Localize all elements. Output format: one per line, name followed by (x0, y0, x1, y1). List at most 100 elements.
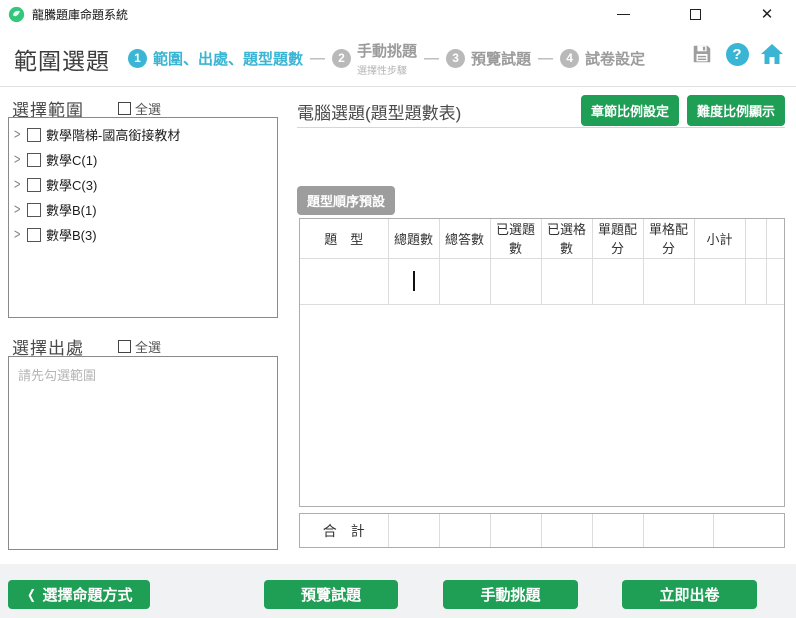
source-list: 請先勾選範圍 (8, 356, 278, 550)
cell-empty-1 (745, 258, 767, 305)
tree-item-checkbox[interactable] (27, 177, 41, 192)
tree-item-math-ladder[interactable]: > 數學階梯-國高銜接教材 (9, 122, 277, 147)
cell-total-questions-input[interactable] (388, 258, 440, 305)
tree-item-label: 數學B(1) (46, 203, 97, 218)
col-total-answers: 總答數 (439, 219, 491, 259)
tree-item-checkbox[interactable] (27, 227, 41, 242)
home-icon (761, 44, 783, 64)
chapter-ratio-button[interactable]: 章節比例設定 (580, 95, 679, 126)
total-cell (713, 514, 784, 547)
col-points-per-question: 單題配分 (592, 219, 644, 259)
expand-chevron-icon[interactable]: > (14, 227, 27, 243)
tree-item-checkbox[interactable] (27, 152, 41, 167)
table-row (300, 258, 784, 305)
total-row: 合 計 (300, 514, 784, 547)
step-2-sublabel: 選擇性步驟 (357, 65, 408, 77)
step-2-manual-pick[interactable]: 2 手動挑題 選擇性步驟 (332, 40, 417, 77)
app-logo-icon (8, 6, 25, 22)
source-select-all[interactable]: 全選 (118, 337, 161, 356)
source-select-all-checkbox[interactable] (118, 340, 131, 353)
page-title: 範圍選題 (14, 48, 110, 74)
step-1-label: 範圍、出處、題型題數 (153, 50, 304, 68)
total-cell (592, 514, 644, 547)
cell-points-per-blank[interactable] (643, 258, 695, 305)
minimize-button[interactable] (600, 0, 646, 28)
step-dash: — (538, 49, 554, 67)
header: 範圍選題 1 範圍、出處、題型題數 — 2 手動挑題 選擇性步驟 — 3 預覽試… (0, 28, 796, 87)
tree-item-checkbox[interactable] (27, 127, 41, 142)
step-dash: — (310, 49, 326, 67)
total-row-table: 合 計 (299, 513, 785, 548)
question-type-table: 題 型 總題數 總答數 已選題數 已選格數 單題配分 單格配分 小計 (299, 218, 785, 507)
total-cell (541, 514, 593, 547)
cell-question-type[interactable] (300, 258, 389, 305)
tree-item-math-c1[interactable]: > 數學C(1) (9, 147, 277, 172)
step-3-label: 預覽試題 (471, 50, 532, 68)
text-cursor (412, 271, 415, 291)
step-3-preview[interactable]: 3 預覽試題 (446, 48, 531, 69)
help-icon: ? (725, 42, 749, 66)
tree-item-label: 數學C(3) (46, 178, 98, 193)
back-to-method-button[interactable]: ❮ 選擇命題方式 (8, 580, 150, 609)
computer-selection-title: 電腦選題(題型題數表) (297, 104, 462, 123)
table-header-row: 題 型 總題數 總答數 已選題數 已選格數 單題配分 單格配分 小計 (300, 219, 784, 259)
total-cell (439, 514, 491, 547)
difficulty-ratio-button[interactable]: 難度比例顯示 (686, 95, 785, 126)
range-tree: > 數學階梯-國高銜接教材 > 數學C(1) > 數學C(3) > 數學B(1)… (8, 117, 278, 318)
step-2-label: 手動挑題 選擇性步驟 (357, 42, 418, 77)
maximize-icon (689, 8, 701, 20)
tree-item-math-c3[interactable]: > 數學C(3) (9, 172, 277, 197)
cell-selected-questions[interactable] (490, 258, 542, 305)
cell-selected-blanks[interactable] (541, 258, 593, 305)
window-controls: ✕ (600, 0, 796, 28)
expand-chevron-icon[interactable]: > (14, 177, 27, 193)
col-question-type: 題 型 (300, 219, 389, 259)
question-order-preset-button[interactable]: 題型順序預設 (297, 186, 396, 215)
expand-chevron-icon[interactable]: > (14, 202, 27, 218)
tree-item-label: 數學階梯-國高銜接教材 (46, 128, 181, 143)
wizard-steps: 1 範圍、出處、題型題數 — 2 手動挑題 選擇性步驟 — 3 預覽試題 — 4… (128, 36, 645, 80)
expand-chevron-icon[interactable]: > (14, 152, 27, 168)
panel-divider (297, 127, 785, 128)
save-icon (693, 45, 711, 63)
generate-paper-button[interactable]: 立即出卷 (622, 580, 757, 609)
col-total-questions: 總題數 (388, 219, 440, 259)
close-icon: ✕ (760, 5, 774, 23)
step-4-label: 試卷設定 (585, 50, 646, 68)
total-label: 合 計 (300, 514, 389, 547)
help-button[interactable]: ? (725, 42, 749, 66)
step-4-paper-settings[interactable]: 4 試卷設定 (560, 48, 645, 69)
tree-item-math-b1[interactable]: > 數學B(1) (9, 197, 277, 222)
save-button[interactable] (690, 42, 714, 66)
tree-item-label: 數學B(3) (46, 228, 97, 243)
minimize-icon (616, 13, 630, 15)
chevron-left-icon: ❮ (26, 586, 36, 602)
col-points-per-blank: 單格配分 (643, 219, 695, 259)
col-empty-2 (766, 219, 784, 259)
cell-points-per-question[interactable] (592, 258, 644, 305)
ratio-buttons: 章節比例設定 難度比例顯示 (580, 95, 785, 126)
col-selected-questions: 已選題數 (490, 219, 542, 259)
header-icons: ? (690, 42, 784, 66)
maximize-button[interactable] (672, 0, 718, 28)
range-select-all-checkbox[interactable] (118, 102, 131, 115)
expand-chevron-icon[interactable]: > (14, 127, 27, 143)
range-select-all-label: 全選 (135, 102, 162, 117)
step-1-number: 1 (128, 48, 147, 68)
cell-total-answers[interactable] (439, 258, 491, 305)
step-3-number: 3 (446, 48, 466, 68)
tree-item-math-b3[interactable]: > 數學B(3) (9, 222, 277, 247)
range-select-all[interactable]: 全選 (118, 99, 161, 118)
col-subtotal: 小計 (694, 219, 746, 259)
total-cell (388, 514, 440, 547)
manual-pick-button[interactable]: 手動挑題 (443, 580, 578, 609)
step-4-number: 4 (560, 48, 580, 68)
window-title: 龍騰題庫命題系統 (32, 7, 129, 22)
step-1-range[interactable]: 1 範圍、出處、題型題數 (128, 48, 303, 69)
preview-questions-button[interactable]: 預覽試題 (264, 580, 398, 609)
home-button[interactable] (760, 42, 784, 66)
close-button[interactable]: ✕ (744, 0, 790, 28)
tree-item-checkbox[interactable] (27, 202, 41, 217)
cell-subtotal (694, 258, 746, 305)
total-cell (490, 514, 542, 547)
